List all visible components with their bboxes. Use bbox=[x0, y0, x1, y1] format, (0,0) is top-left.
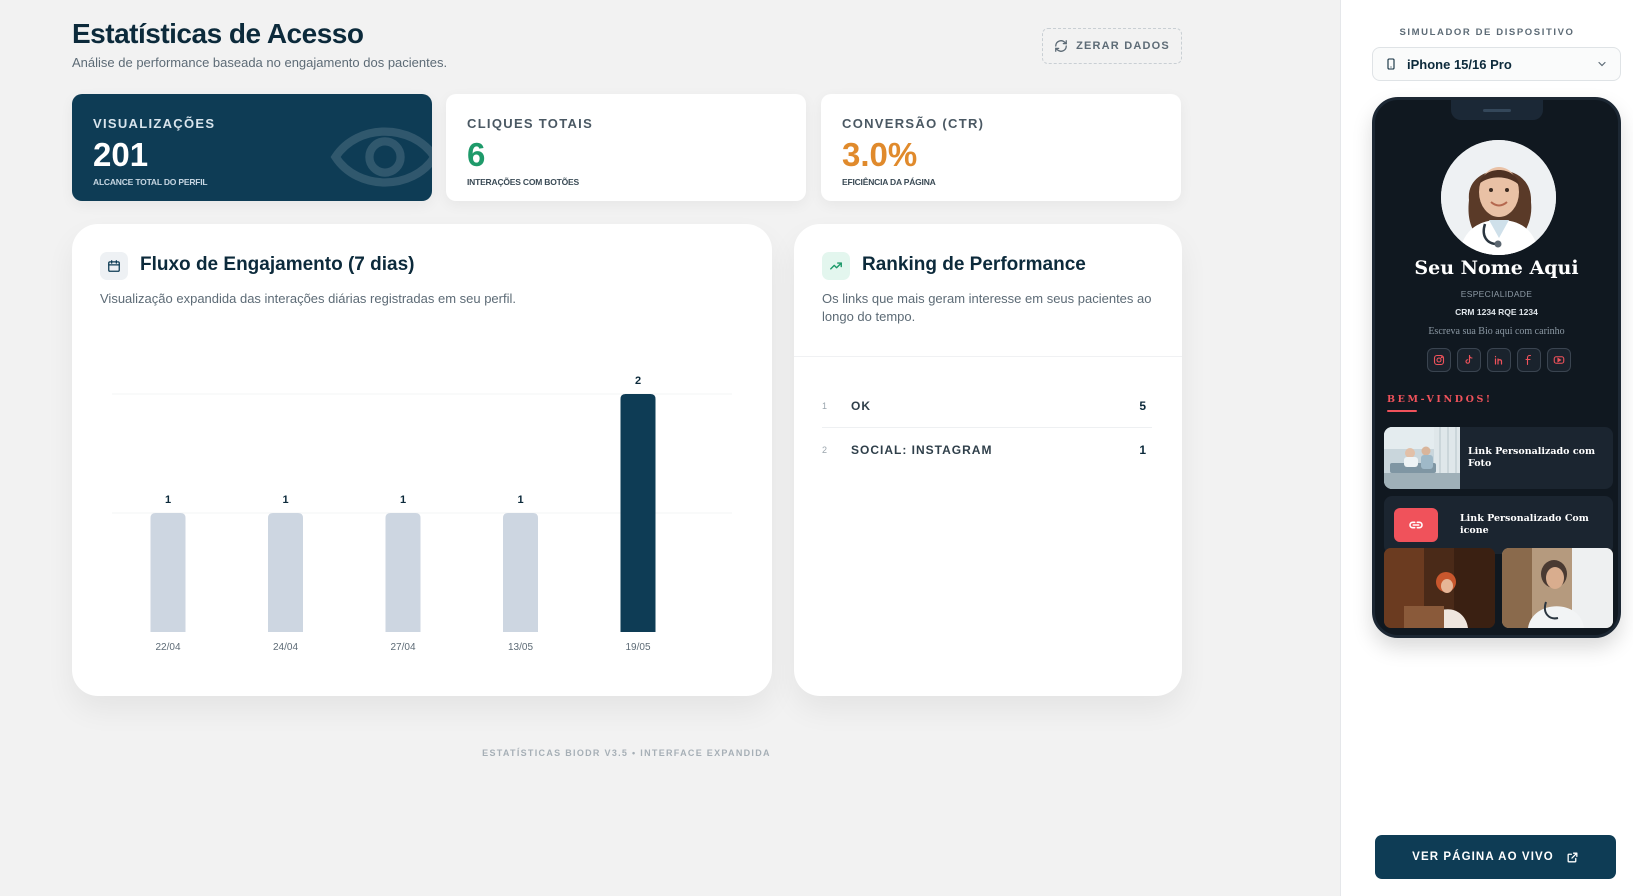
eye-icon bbox=[330, 127, 432, 187]
link-icon bbox=[1394, 508, 1438, 542]
chart-data-label: 2 bbox=[635, 375, 641, 387]
ranking-description: Os links que mais geram interesse em seu… bbox=[822, 291, 1152, 324]
profile-bio: Escreva sua Bio aqui com carinho bbox=[1428, 326, 1565, 337]
youtube-icon[interactable] bbox=[1547, 348, 1571, 372]
chart-x-tick-label: 27/04 bbox=[390, 642, 415, 653]
gallery-image[interactable] bbox=[1384, 548, 1495, 628]
reset-data-label: ZERAR DADOS bbox=[1076, 40, 1170, 52]
reset-data-button[interactable]: ZERAR DADOS bbox=[1042, 28, 1182, 64]
view-live-page-label: VER PÁGINA AO VIVO bbox=[1412, 851, 1554, 863]
ranking-card: Ranking de Performance Os links que mais… bbox=[794, 224, 1182, 696]
link-card-photo[interactable]: Link Personalizado com Foto bbox=[1384, 427, 1613, 489]
footer-text: ESTATÍSTICAS BIODR V3.5 • INTERFACE EXPA… bbox=[482, 748, 771, 758]
view-live-page-button[interactable]: VER PÁGINA AO VIVO bbox=[1375, 835, 1616, 879]
stat-card-conversion: CONVERSÃO (CTR) 3.0% EFICIÊNCIA DA PÁGIN… bbox=[821, 94, 1181, 201]
ranking-divider bbox=[794, 356, 1182, 357]
gallery bbox=[1384, 548, 1613, 628]
chart-data-label: 1 bbox=[165, 494, 171, 506]
smartphone-icon bbox=[1387, 58, 1395, 70]
chevron-down-icon bbox=[1598, 61, 1606, 67]
phone-notch bbox=[1451, 100, 1543, 120]
chart-data-label: 1 bbox=[282, 494, 288, 506]
link-card-icon[interactable]: Link Personalizado Com icone bbox=[1384, 496, 1613, 554]
stat-label: CONVERSÃO (CTR) bbox=[842, 116, 985, 131]
chart-bar[interactable] bbox=[620, 394, 656, 632]
chart-x-tick-label: 24/04 bbox=[273, 642, 298, 653]
rank-number: 2 bbox=[822, 445, 828, 455]
link-photo-thumbnail bbox=[1384, 427, 1460, 489]
link-photo-label: Link Personalizado com Foto bbox=[1468, 446, 1595, 469]
chart-x-tick-label: 13/05 bbox=[508, 642, 533, 653]
rank-label: OK bbox=[851, 399, 871, 413]
rank-count: 5 bbox=[1139, 399, 1146, 413]
ranking-row: 2 SOCIAL: INSTAGRAM 1 bbox=[822, 428, 1152, 472]
facebook-icon[interactable] bbox=[1517, 348, 1541, 372]
refresh-icon bbox=[1055, 40, 1067, 52]
chart-data-label: 1 bbox=[517, 494, 523, 506]
main-content: Estatísticas de Acesso Análise de perfor… bbox=[0, 0, 1340, 896]
chart-data-label: 1 bbox=[400, 494, 406, 506]
trending-up-icon bbox=[822, 252, 850, 280]
stat-card-views: VISUALIZAÇÕES 201 ALCANCE TOTAL DO PERFI… bbox=[72, 94, 432, 201]
engagement-bar-chart: 1 22/04 1 24/04 1 27/04 1 13/05 2 19/05 bbox=[112, 375, 732, 653]
avatar bbox=[1441, 140, 1556, 255]
chart-bar[interactable] bbox=[385, 513, 421, 632]
social-links bbox=[1427, 348, 1571, 372]
welcome-underline bbox=[1387, 410, 1417, 412]
engagement-card: Fluxo de Engajamento (7 dias) Visualizaç… bbox=[72, 224, 772, 696]
linkedin-icon[interactable] bbox=[1487, 348, 1511, 372]
stat-card-clicks: CLIQUES TOTAIS 6 INTERAÇÕES COM BOTÕES bbox=[446, 94, 806, 201]
device-select-value: iPhone 15/16 Pro bbox=[1407, 56, 1512, 72]
stat-label: CLIQUES TOTAIS bbox=[467, 116, 594, 131]
welcome-heading: BEM-VINDOS! bbox=[1387, 394, 1493, 405]
simulator-title: SIMULADOR DE DISPOSITIVO bbox=[1399, 27, 1575, 38]
stat-value: 6 bbox=[467, 136, 486, 173]
phone-preview[interactable]: Seu Nome Aqui ESPECIALIDADE CRM 1234 RQE… bbox=[1372, 97, 1621, 638]
rank-number: 1 bbox=[822, 401, 828, 411]
profile-name: Seu Nome Aqui bbox=[1414, 257, 1579, 279]
profile-crm: CRM 1234 RQE 1234 bbox=[1455, 307, 1538, 317]
device-simulator-panel: SIMULADOR DE DISPOSITIVO iPhone 15/16 Pr… bbox=[1340, 0, 1633, 896]
device-select[interactable]: iPhone 15/16 Pro bbox=[1372, 47, 1621, 81]
page-subtitle: Análise de performance baseada no engaja… bbox=[72, 55, 448, 70]
stat-caption: EFICIÊNCIA DA PÁGINA bbox=[842, 177, 936, 187]
stat-caption: INTERAÇÕES COM BOTÕES bbox=[467, 177, 579, 187]
rank-label: SOCIAL: INSTAGRAM bbox=[851, 443, 993, 457]
chart-bar[interactable] bbox=[268, 513, 303, 632]
link-icon-label: Link Personalizado Com icone bbox=[1460, 513, 1589, 536]
page-title: Estatísticas de Acesso bbox=[72, 18, 364, 49]
ranking-title: Ranking de Performance bbox=[862, 254, 1086, 275]
gallery-image[interactable] bbox=[1502, 548, 1613, 628]
instagram-icon[interactable] bbox=[1427, 348, 1451, 372]
chart-bar[interactable] bbox=[150, 513, 186, 632]
chart-x-tick-label: 22/04 bbox=[155, 642, 180, 653]
ranking-row: 1 OK 5 bbox=[822, 384, 1152, 428]
chart-x-tick-label: 19/05 bbox=[625, 642, 650, 653]
tiktok-icon[interactable] bbox=[1457, 348, 1481, 372]
chart-bar[interactable] bbox=[503, 513, 538, 632]
stat-value: 3.0% bbox=[842, 136, 918, 173]
rank-count: 1 bbox=[1139, 443, 1146, 457]
profile-specialty: ESPECIALIDADE bbox=[1460, 289, 1533, 299]
external-link-icon bbox=[1567, 852, 1578, 862]
